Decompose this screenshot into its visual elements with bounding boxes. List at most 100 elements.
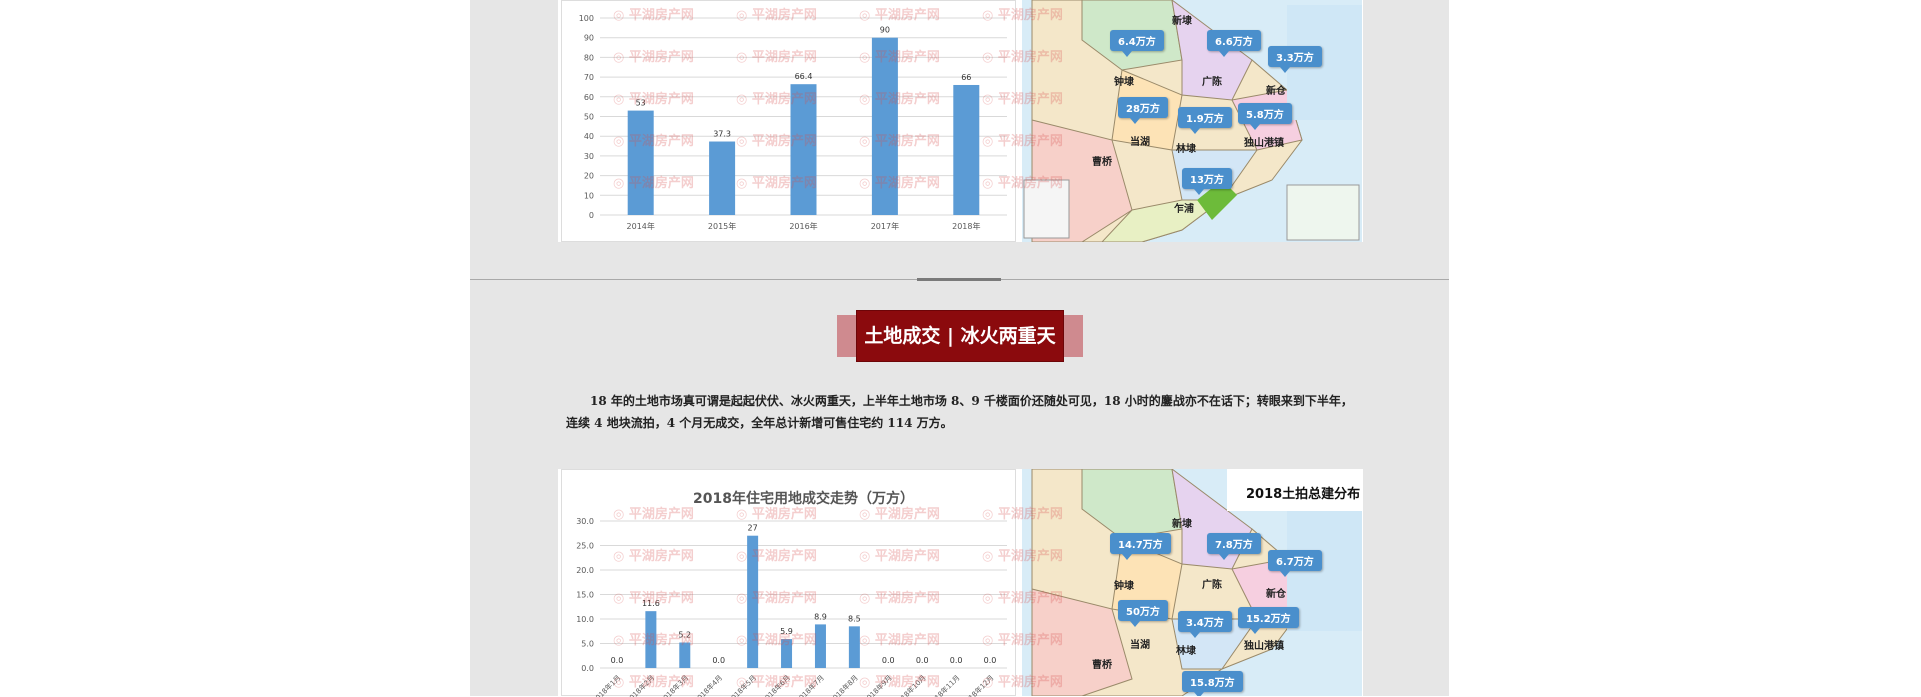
map-volume-bubble: 50万方	[1118, 600, 1168, 627]
map-volume-bubble: 6.4万方	[1110, 30, 1164, 57]
data-label: 66.4	[795, 72, 813, 81]
bar	[627, 110, 654, 215]
map-volume-bubble: 15.2万方	[1238, 607, 1299, 634]
x-tick-label: 2016年	[789, 221, 817, 231]
x-tick-label: 2018年7月	[794, 673, 826, 697]
x-tick-label: 2018年12月	[960, 673, 995, 697]
map-place-label: 乍浦	[1174, 204, 1194, 215]
y-tick-label: 15.0	[576, 591, 594, 600]
article-page: 0 10 20 30 40 50 60 70 80 90 100 53 2014年 37.3 2015年 66…	[470, 0, 1449, 697]
data-label: 0.0	[882, 656, 895, 665]
map-place-label: 独山港镇	[1244, 641, 1284, 652]
chart-title: 2018年住宅用地成交走势（万方）	[693, 490, 914, 507]
map-place-label: 当湖	[1130, 640, 1150, 651]
bar	[790, 84, 817, 215]
map-place-label: 曹桥	[1092, 157, 1112, 168]
district-map-shape	[1022, 469, 1362, 696]
map-title: 2018土拍总建分布	[1246, 487, 1361, 502]
map-place-label: 钟埭	[1114, 77, 1134, 88]
data-label: 8.5	[848, 614, 861, 623]
map-volume-bubble: 14.7万方	[1110, 533, 1171, 560]
section-title: 土地成交 | 冰火两重天	[857, 311, 1063, 361]
bar	[848, 626, 860, 668]
y-tick-label: 20	[584, 172, 594, 181]
y-tick-label: 10.0	[576, 615, 594, 624]
bar	[781, 639, 793, 668]
map-place-label: 独山港镇	[1244, 138, 1284, 149]
data-label: 66	[961, 73, 971, 82]
data-label: 5.2	[678, 631, 691, 640]
map-volume-bubble: 6.7万方	[1268, 550, 1322, 577]
map-place-label: 广陈	[1202, 77, 1222, 88]
x-tick-label: 2015年	[708, 221, 736, 231]
bar	[679, 642, 691, 668]
y-tick-label: 0	[589, 211, 594, 220]
map-place-label: 钟埭	[1114, 581, 1134, 592]
data-label: 0.0	[611, 656, 624, 665]
data-label: 0.0	[950, 656, 963, 665]
section-divider-mark	[917, 278, 1001, 281]
map-place-label: 新仓	[1266, 589, 1286, 600]
y-tick-label: 30.0	[576, 517, 594, 526]
y-tick-label: 30	[584, 152, 594, 161]
map-volume-bubble: 7.8万方	[1207, 533, 1261, 560]
map-volume-bubble: 1.9万方	[1178, 107, 1232, 134]
figure-panel-monthly: 2018年住宅用地成交走势（万方） 0.0 5.0 10.0 15.0 20.0 25.0 3…	[558, 469, 1363, 697]
data-label: 0.0	[984, 656, 997, 665]
x-tick-label: 2018年8月	[828, 673, 860, 697]
y-tick-label: 70	[584, 73, 594, 82]
map-volume-bubble: 3.3万方	[1268, 46, 1322, 73]
figure-panel-yearly: 0 10 20 30 40 50 60 70 80 90 100 53 2014年 37.3 2015年 66…	[558, 0, 1363, 242]
bar	[709, 141, 736, 215]
map-place-label: 新仓	[1266, 86, 1286, 97]
y-tick-label: 5.0	[581, 640, 594, 649]
x-tick-label: 2018年1月	[590, 673, 622, 697]
y-tick-label: 60	[584, 93, 594, 102]
data-label: 11.6	[642, 599, 660, 608]
bar	[814, 624, 826, 668]
data-label: 0.0	[712, 656, 725, 665]
monthly-bar-chart: 2018年住宅用地成交走势（万方） 0.0 5.0 10.0 15.0 20.0 25.0 3…	[561, 469, 1016, 697]
yearly-bar-chart: 0 10 20 30 40 50 60 70 80 90 100 53 2014年 37.3 2015年 66…	[561, 0, 1016, 242]
map-place-label: 曹桥	[1092, 660, 1112, 671]
data-label: 0.0	[916, 656, 929, 665]
x-tick-label: 2018年3月	[658, 673, 690, 697]
x-tick-label: 2018年6月	[760, 673, 792, 697]
x-tick-label: 2018年10月	[892, 673, 927, 697]
bar	[645, 611, 657, 668]
x-tick-label: 2017年	[871, 221, 899, 231]
data-label: 8.9	[814, 612, 827, 621]
y-tick-label: 40	[584, 132, 594, 141]
data-label: 53	[636, 99, 646, 108]
section-title-banner: 土地成交 | 冰火两重天	[837, 311, 1083, 361]
bar	[953, 84, 980, 215]
x-tick-label: 2018年9月	[862, 673, 894, 697]
map-volume-bubble: 15.8万方	[1182, 671, 1243, 696]
section-paragraph: 18 年的土地市场真可谓是起起伏伏、冰火两重天，上半年土地市场 8、9 千楼面价…	[566, 394, 1353, 430]
y-tick-label: 0.0	[581, 664, 594, 673]
map-volume-bubble: 6.6万方	[1207, 30, 1261, 57]
yearly-chart-svg: 0 10 20 30 40 50 60 70 80 90 100 53 2014年 37.3 2015年 66…	[579, 14, 1007, 231]
data-label: 37.3	[713, 130, 731, 139]
y-tick-label: 25.0	[576, 542, 594, 551]
y-tick-label: 80	[584, 53, 594, 62]
map-place-label: 林埭	[1176, 646, 1196, 657]
y-tick-label: 90	[584, 34, 594, 43]
map-volume-bubble: 5.8万方	[1238, 103, 1292, 130]
x-tick-label: 2018年5月	[726, 673, 758, 697]
bar	[871, 37, 898, 216]
bar	[747, 535, 759, 668]
y-tick-label: 10	[584, 191, 594, 200]
data-label: 5.9	[780, 627, 793, 636]
monthly-chart-svg: 2018年住宅用地成交走势（万方） 0.0 5.0 10.0 15.0 20.0 25.0 3…	[576, 490, 1007, 697]
map-place-label: 当湖	[1130, 137, 1150, 148]
x-tick-label: 2014年	[627, 221, 655, 231]
data-label: 90	[880, 26, 890, 35]
y-tick-label: 50	[584, 113, 594, 122]
x-tick-label: 2018年2月	[624, 673, 656, 697]
map-2018-land-distribution: 2018土拍总建分布 14.7万方 7.8万方 6.7万方 50万方 3.4万方…	[1022, 469, 1362, 696]
data-label: 27	[748, 524, 758, 533]
map-2017-distribution: 6.4万方 6.6万方 3.3万方 28万方 1.9万方 5.8万方 13万方 …	[1022, 0, 1362, 242]
x-tick-label: 2018年4月	[692, 673, 724, 697]
x-tick-label: 2018年11月	[926, 673, 961, 697]
